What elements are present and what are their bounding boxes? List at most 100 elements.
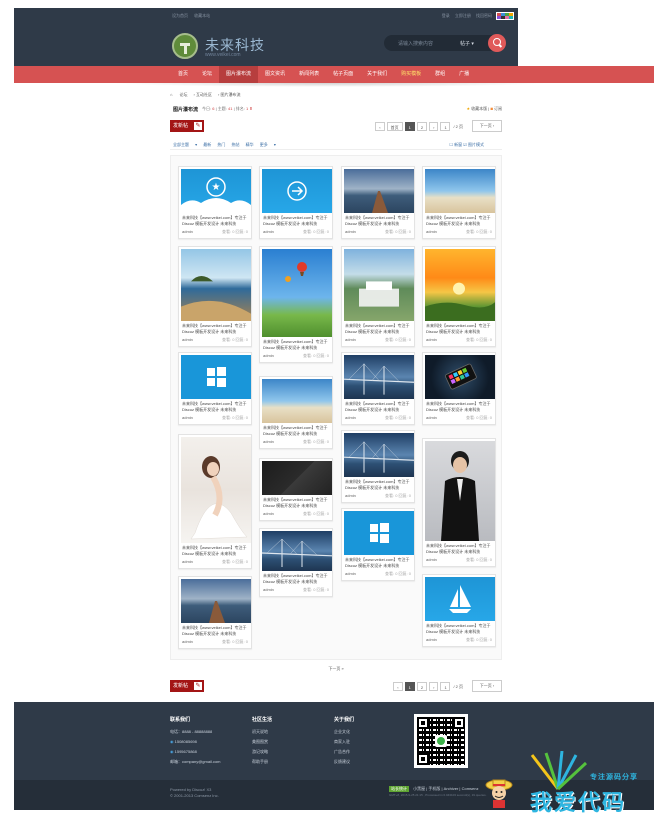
home-icon[interactable]: ⌂ (170, 92, 172, 97)
post-author[interactable]: admin (426, 337, 437, 343)
search-button[interactable] (488, 34, 506, 52)
post-thumbnail[interactable] (262, 249, 332, 337)
post-caption[interactable]: 未来科技【www.veikei.com】专注于Discuz 模板开发设计 未来科… (342, 323, 414, 335)
post-caption[interactable]: 未来科技【www.veikei.com】专注于Discuz 模板开发设计 未来科… (260, 339, 332, 351)
next-page-button[interactable]: 下一页 › (472, 120, 502, 132)
post-thumbnail[interactable] (262, 461, 332, 495)
post-thumbnail[interactable] (425, 577, 495, 621)
pager-next-icon[interactable]: › (429, 681, 439, 691)
post-card[interactable]: 未来科技【www.veikei.com】专注于Discuz 模板开发设计 未来科… (341, 508, 415, 581)
post-caption[interactable]: 未来科技【www.veikei.com】专注于Discuz 模板开发设计 未来科… (423, 623, 495, 635)
post-caption[interactable]: 未来科技【www.veikei.com】专注于Discuz 模板开发设计 未来科… (342, 401, 414, 413)
post-caption[interactable]: 未来科技【www.veikei.com】专注于Discuz 模板开发设计 未来科… (179, 323, 251, 335)
post-thumbnail[interactable] (425, 249, 495, 321)
post-thumbnail[interactable] (344, 169, 414, 213)
nav-item[interactable]: 图文资讯 (258, 66, 292, 83)
pager-page[interactable]: 2 (416, 121, 428, 131)
post-card[interactable]: 未来科技【www.veikei.com】专注于Discuz 模板开发设计 未来科… (178, 246, 252, 347)
pager-page[interactable]: 2 (416, 681, 428, 691)
post-thumbnail[interactable] (262, 531, 332, 571)
nav-item[interactable]: 图片瀑布流 (219, 66, 259, 83)
new-post-button[interactable]: 发新帖 ✎ (170, 680, 204, 692)
nav-item[interactable]: 首页 (171, 66, 195, 83)
pager-next-icon[interactable]: › (429, 121, 439, 131)
post-caption[interactable]: 未来科技【www.veikei.com】专注于Discuz 模板开发设计 未来科… (342, 215, 414, 227)
post-card[interactable]: 未来科技【www.veikei.com】专注于Discuz 模板开发设计 未来科… (259, 166, 333, 239)
pager-prev-icon[interactable]: ‹ (393, 681, 403, 691)
post-card[interactable]: 未来科技【www.veikei.com】专注于Discuz 模板开发设计 未来科… (422, 246, 496, 347)
post-card[interactable]: 未来科技【www.veikei.com】专注于Discuz 模板开发设计 未来科… (178, 434, 252, 569)
post-card[interactable]: 未来科技【www.veikei.com】专注于Discuz 模板开发设计 未来科… (422, 166, 496, 239)
breadcrumb-item[interactable]: 互动社区 (196, 92, 212, 97)
post-card[interactable]: 未来科技【www.veikei.com】专注于Discuz 模板开发设计 未来科… (341, 166, 415, 239)
post-author[interactable]: admin (345, 571, 356, 577)
post-caption[interactable]: 未来科技【www.veikei.com】专注于Discuz 模板开发设计 未来科… (179, 545, 251, 557)
post-author[interactable]: admin (345, 493, 356, 499)
post-card[interactable]: 未来科技【www.veikei.com】专注于Discuz 模板开发设计 未来科… (259, 246, 333, 363)
page-jump-input[interactable]: 1 (440, 121, 451, 131)
image-mode-checkbox[interactable]: ☑ 图片模式 (463, 142, 484, 147)
post-thumbnail[interactable] (181, 437, 251, 543)
post-author[interactable]: admin (182, 415, 193, 421)
nav-item[interactable]: 群组 (428, 66, 452, 83)
nav-item[interactable]: 关于我们 (360, 66, 394, 83)
post-card[interactable]: 未来科技【www.veikei.com】专注于Discuz 模板开发设计 未来科… (178, 576, 252, 649)
post-card[interactable]: 未来科技【www.veikei.com】专注于Discuz 模板开发设计 未来科… (341, 352, 415, 425)
favorite-board-link[interactable]: 收藏本版 (471, 106, 487, 111)
footer-link[interactable]: 美图图赏 (252, 737, 272, 747)
post-caption[interactable]: 未来科技【www.veikei.com】专注于Discuz 模板开发设计 未来科… (179, 215, 251, 227)
footer-link[interactable]: 广告合作 (334, 747, 354, 757)
nav-item[interactable]: 论坛 (195, 66, 219, 83)
post-caption[interactable]: 未来科技【www.veikei.com】专注于Discuz 模板开发设计 未来科… (260, 215, 332, 227)
post-author[interactable]: admin (345, 229, 356, 235)
search-input[interactable]: 请输入搜索内容 (398, 40, 433, 47)
post-thumbnail[interactable]: ★ (181, 169, 251, 213)
post-author[interactable]: admin (345, 337, 356, 343)
rss-link[interactable]: 订阅 (494, 106, 502, 111)
post-author[interactable]: admin (263, 353, 274, 359)
bookmark-link[interactable]: 收藏本站 (194, 13, 210, 18)
post-card[interactable]: 未来科技【www.veikei.com】专注于Discuz 模板开发设计 未来科… (341, 430, 415, 503)
page-jump-input[interactable]: 1 (440, 681, 451, 691)
post-thumbnail[interactable] (181, 355, 251, 399)
post-author[interactable]: admin (263, 229, 274, 235)
load-more-link[interactable]: 下一页 » (170, 666, 502, 672)
post-caption[interactable]: 未来科技【www.veikei.com】专注于Discuz 模板开发设计 未来科… (179, 401, 251, 413)
site-logo[interactable]: 未来科技 www.veikei.com (172, 33, 282, 61)
footer-link[interactable]: 反馈建议 (334, 757, 354, 767)
post-caption[interactable]: 未来科技【www.veikei.com】专注于Discuz 模板开发设计 未来科… (342, 557, 414, 569)
post-thumbnail[interactable] (344, 355, 414, 399)
set-homepage-link[interactable]: 设为首页 (172, 13, 188, 18)
new-window-checkbox[interactable]: ☐ 新窗 (449, 142, 462, 147)
filter-all[interactable]: 全部主题 ▾ (173, 142, 197, 147)
pager-page[interactable]: 1 (404, 681, 415, 691)
filter-hot-posts[interactable]: 热帖 (232, 142, 240, 147)
search-scope-select[interactable]: 帖子 ▾ (460, 40, 474, 47)
nav-item[interactable]: 新闻列表 (292, 66, 326, 83)
post-thumbnail[interactable] (262, 379, 332, 423)
post-author[interactable]: admin (263, 511, 274, 517)
post-caption[interactable]: 未来科技【www.veikei.com】专注于Discuz 模板开发设计 未来科… (423, 543, 495, 555)
post-caption[interactable]: 未来科技【www.veikei.com】专注于Discuz 模板开发设计 未来科… (260, 425, 332, 437)
nav-item[interactable]: 购买模板 (394, 66, 428, 83)
nav-item[interactable]: 帖子页面 (326, 66, 360, 83)
post-author[interactable]: admin (426, 229, 437, 235)
post-author[interactable]: admin (182, 337, 193, 343)
filter-digest[interactable]: 精华 (246, 142, 254, 147)
footer-link[interactable]: 帮助手册 (252, 757, 272, 767)
post-author[interactable]: admin (426, 415, 437, 421)
next-page-button[interactable]: 下一页 › (472, 680, 502, 692)
post-card[interactable]: 未来科技【www.veikei.com】专注于Discuz 模板开发设计 未来科… (259, 376, 333, 449)
pager-prev-icon[interactable]: ‹ (375, 121, 385, 131)
breadcrumb-item[interactable]: 图片瀑布流 (220, 92, 240, 97)
post-caption[interactable]: 未来科技【www.veikei.com】专注于Discuz 模板开发设计 未来科… (423, 215, 495, 227)
post-card[interactable]: 未来科技【www.veikei.com】专注于Discuz 模板开发设计 未来科… (178, 352, 252, 425)
post-author[interactable]: admin (182, 229, 193, 235)
footer-link[interactable]: 企业文化 (334, 727, 354, 737)
post-card[interactable]: 未来科技【www.veikei.com】专注于Discuz 模板开发设计 未来科… (259, 528, 333, 597)
post-caption[interactable]: 未来科技【www.veikei.com】专注于Discuz 模板开发设计 未来科… (179, 625, 251, 637)
post-thumbnail[interactable] (425, 355, 495, 399)
stats-badge[interactable]: 站长统计 (389, 786, 409, 792)
post-card[interactable]: 未来科技【www.veikei.com】专注于Discuz 模板开发设计 未来科… (259, 458, 333, 521)
post-author[interactable]: admin (182, 639, 193, 645)
